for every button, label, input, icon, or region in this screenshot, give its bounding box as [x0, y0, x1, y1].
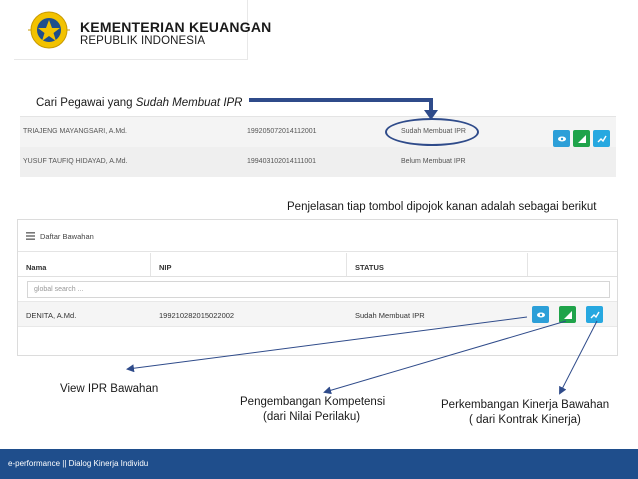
footer-text: e-performance || Dialog Kinerja Individu — [8, 459, 149, 468]
column-divider — [346, 253, 347, 277]
callout-search-emphasis: Sudah Membuat IPR — [135, 97, 243, 109]
kompetensi-button[interactable] — [573, 130, 590, 147]
eye-icon — [536, 312, 545, 317]
footer-bar: e-performance || Dialog Kinerja Individu — [0, 449, 638, 479]
employee-status: Sudah Membuat IPR — [355, 311, 425, 320]
kinerja-button[interactable] — [593, 130, 610, 147]
column-divider — [150, 253, 151, 277]
view-ipr-button[interactable] — [553, 130, 570, 147]
header-logo-area: KEMENTERIAN KEUANGAN REPUBLIK INDONESIA — [14, 0, 271, 60]
column-header-status[interactable]: STATUS — [355, 263, 384, 272]
column-header-nip[interactable]: NIP — [159, 263, 172, 272]
signal-bars-icon — [563, 310, 572, 319]
org-name: KEMENTERIAN KEUANGAN — [80, 19, 272, 35]
view-ipr-button[interactable] — [532, 306, 549, 323]
table-row[interactable]: YUSUF TAUFIQ HIDAYAD, A.Md. 199403102014… — [20, 147, 616, 177]
callout-buttons: Penjelasan tiap tombol dipojok kanan ada… — [287, 201, 597, 213]
employee-table-snapshot: TRIAJENG MAYANGSARI, A.Md. 1992050720141… — [20, 116, 616, 177]
panel-header: Daftar Bawahan — [18, 220, 617, 252]
column-header-nama[interactable]: Nama — [26, 263, 46, 272]
emblem-logo — [28, 11, 70, 49]
label-perkembangan-line1: Perkembangan Kinerja Bawahan — [441, 399, 610, 411]
callout-search-text: Cari Pegawai yang — [36, 97, 136, 109]
signal-bars-icon — [577, 134, 586, 143]
label-pengembangan-line1: Pengembangan Kompetensi — [240, 396, 386, 408]
label-view-ipr: View IPR Bawahan — [60, 383, 159, 395]
daftar-bawahan-panel: Daftar Bawahan Nama NIP STATUS global se… — [17, 219, 618, 356]
label-pengembangan-line2: (dari Nilai Perilaku) — [263, 411, 361, 423]
list-icon — [26, 232, 35, 240]
panel-title: Daftar Bawahan — [40, 232, 94, 241]
employee-name: YUSUF TAUFIQ HIDAYAD, A.Md. — [23, 158, 128, 165]
search-placeholder: global search ... — [34, 286, 84, 293]
search-arrow — [249, 98, 433, 116]
trend-line-icon — [590, 311, 600, 318]
highlight-ellipse — [385, 118, 479, 146]
employee-name: DENITA, A.Md. — [26, 311, 77, 320]
column-divider — [527, 253, 528, 277]
employee-nip: 199205072014112001 — [247, 128, 317, 135]
label-perkembangan-line2: ( dari Kontrak Kinerja) — [469, 414, 581, 426]
employee-name: TRIAJENG MAYANGSARI, A.Md. — [23, 128, 127, 135]
employee-status: Belum Membuat IPR — [401, 158, 466, 165]
table-row[interactable]: TRIAJENG MAYANGSARI, A.Md. 1992050720141… — [20, 117, 616, 147]
kompetensi-button[interactable] — [559, 306, 576, 323]
employee-nip: 199403102014111001 — [247, 158, 317, 165]
org-country: REPUBLIK INDONESIA — [80, 35, 206, 47]
callout-search: Cari Pegawai yang Sudah Membuat IPR — [36, 97, 243, 109]
kinerja-button[interactable] — [586, 306, 603, 323]
global-search-input[interactable]: global search ... — [27, 281, 610, 298]
trend-line-icon — [597, 135, 607, 142]
table-row[interactable]: DENITA, A.Md. 199210282015022002 Sudah M… — [18, 301, 617, 327]
header-divider — [18, 276, 617, 277]
eye-icon — [557, 136, 566, 141]
employee-nip: 199210282015022002 — [159, 311, 235, 320]
